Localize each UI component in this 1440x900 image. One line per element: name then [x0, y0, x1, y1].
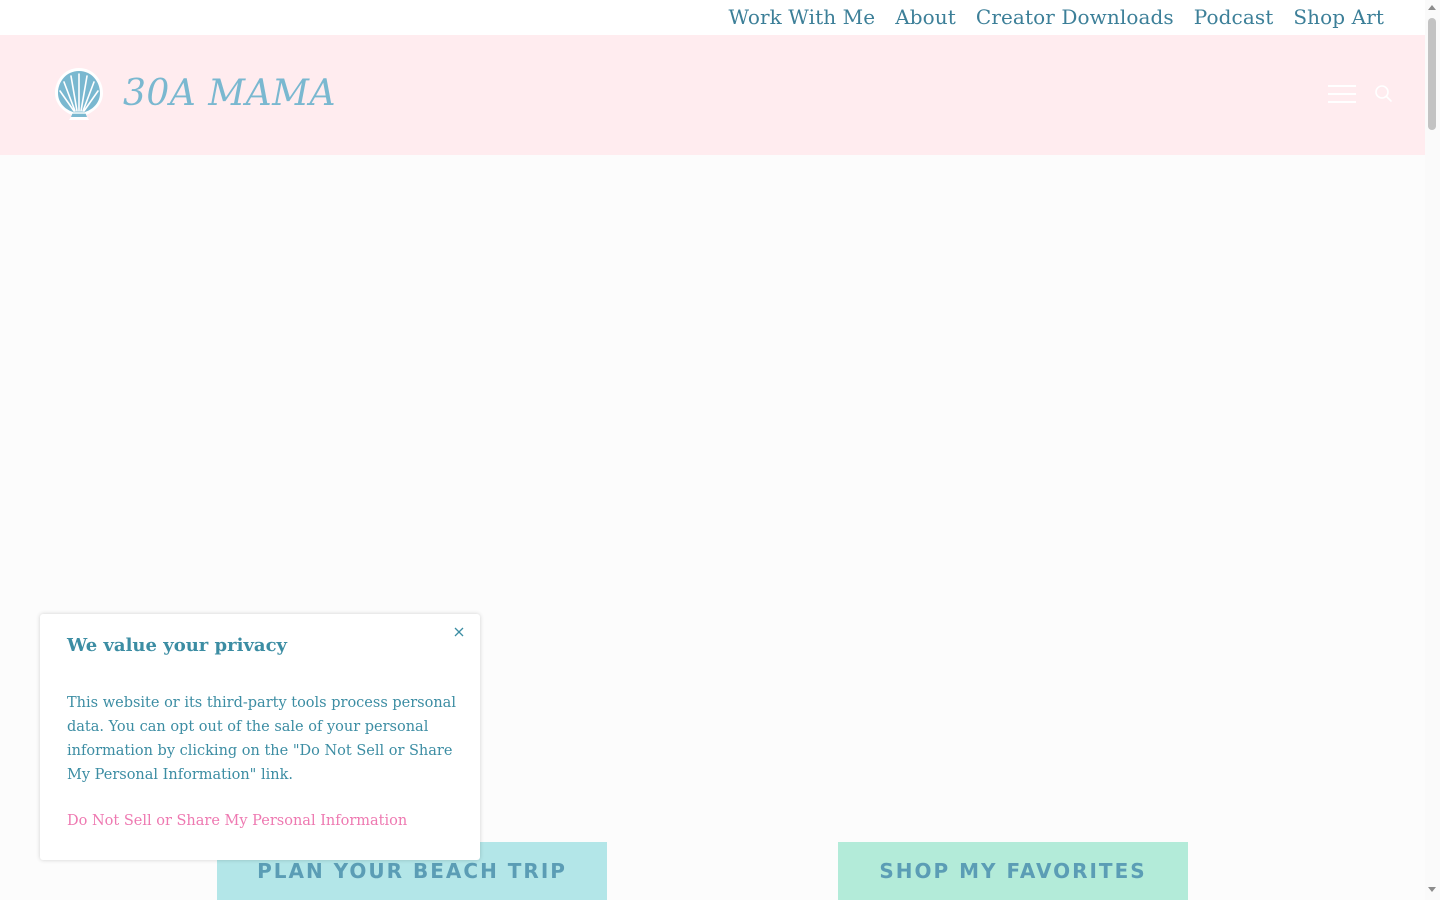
top-nav-list: Work With Me About Creator Downloads Pod…: [729, 4, 1384, 30]
seashell-icon[interactable]: [52, 65, 106, 123]
scrollbar-thumb[interactable]: [1428, 18, 1436, 130]
scroll-down-arrow-icon[interactable]: [1428, 887, 1436, 892]
privacy-dialog-title: We value your privacy: [67, 635, 287, 656]
top-nav-item: Shop Art: [1293, 4, 1384, 30]
search-icon[interactable]: [1374, 84, 1394, 104]
nav-link-podcast[interactable]: Podcast: [1194, 5, 1274, 29]
privacy-dialog-body: This website or its third-party tools pr…: [67, 695, 456, 783]
site-title[interactable]: 30A MAMA: [123, 72, 336, 116]
nav-link-creator-downloads[interactable]: Creator Downloads: [976, 5, 1174, 29]
menu-bar: [1328, 93, 1356, 95]
shop-favorites-button[interactable]: SHOP MY FAVORITES: [838, 842, 1188, 900]
top-nav-item: About: [895, 4, 956, 30]
do-not-sell-link[interactable]: Do Not Sell or Share My Personal Informa…: [67, 809, 407, 833]
close-icon[interactable]: [452, 624, 466, 638]
scroll-up-arrow-icon[interactable]: [1428, 5, 1436, 10]
menu-bar: [1328, 101, 1356, 103]
menu-bar: [1328, 85, 1356, 87]
page-scrollbar[interactable]: [1425, 0, 1440, 900]
nav-link-shop-art[interactable]: Shop Art: [1293, 5, 1384, 29]
hamburger-menu-icon[interactable]: [1328, 83, 1358, 105]
nav-link-about[interactable]: About: [895, 5, 956, 29]
top-navigation: Work With Me About Creator Downloads Pod…: [0, 0, 1425, 35]
nav-link-work-with-me[interactable]: Work With Me: [729, 5, 876, 29]
top-nav-item: Podcast: [1194, 4, 1274, 30]
top-nav-item: Creator Downloads: [976, 4, 1174, 30]
top-nav-item: Work With Me: [729, 4, 876, 30]
site-header: 30A MAMA: [0, 35, 1425, 155]
